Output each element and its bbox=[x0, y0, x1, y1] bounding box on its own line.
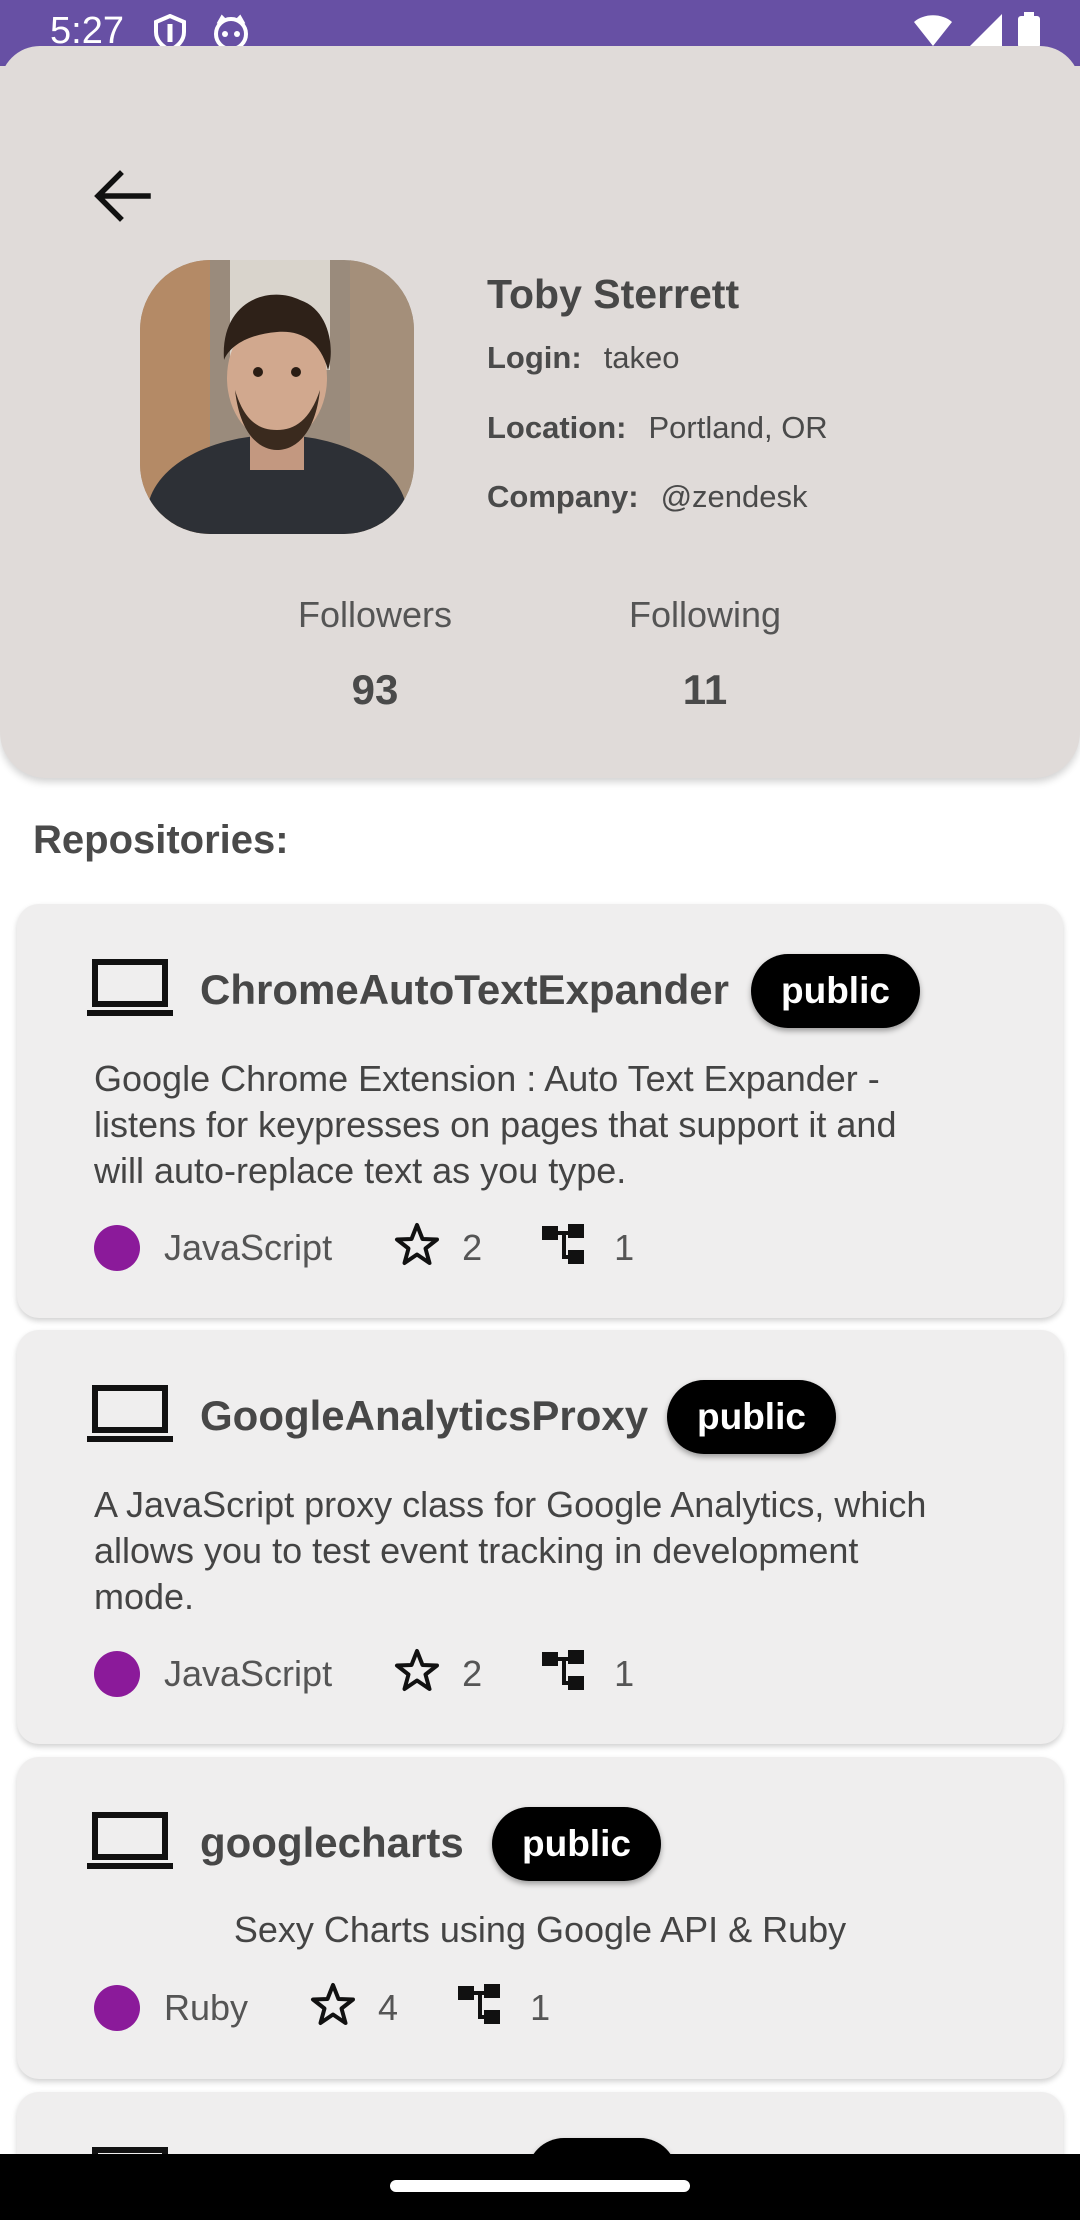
star-icon bbox=[394, 1648, 440, 1701]
back-button[interactable] bbox=[82, 156, 162, 236]
company-value: @zendesk bbox=[660, 479, 808, 514]
following-count: 11 bbox=[682, 666, 728, 713]
repo-language: JavaScript bbox=[164, 1653, 333, 1694]
following-stat[interactable]: Following 11 bbox=[575, 594, 835, 714]
repo-name: googlecharts bbox=[200, 1819, 464, 1866]
location-label: Location: bbox=[487, 410, 627, 445]
login-row: Login: takeo bbox=[487, 340, 680, 376]
repo-forks: 1 bbox=[614, 1227, 635, 1268]
company-row: Company: @zendesk bbox=[487, 479, 808, 515]
profile-name: Toby Sterrett bbox=[487, 271, 740, 317]
repo-meta: JavaScript 2 1 bbox=[94, 1648, 635, 1701]
followers-stat[interactable]: Followers 93 bbox=[245, 594, 505, 714]
repo-stars: 4 bbox=[378, 1987, 399, 2028]
followers-count: 93 bbox=[351, 666, 399, 713]
visibility-badge: public bbox=[751, 954, 920, 1028]
laptop-icon bbox=[87, 958, 173, 1023]
repo-forks: 1 bbox=[614, 1653, 635, 1694]
laptop-icon bbox=[87, 1811, 173, 1876]
language-dot bbox=[94, 1985, 140, 2031]
repo-language: Ruby bbox=[164, 1987, 249, 2028]
location-value: Portland, OR bbox=[648, 410, 828, 445]
repo-description: Google Chrome Extension : Auto Text Expa… bbox=[94, 1058, 897, 1191]
profile-header: Toby Sterrett Login: takeo Location: Portl… bbox=[0, 46, 1080, 778]
repo-forks: 1 bbox=[530, 1987, 551, 2028]
repo-language: JavaScript bbox=[164, 1227, 333, 1268]
repo-card[interactable]: ChromeAutoTextExpander public Google Chr… bbox=[17, 904, 1063, 1318]
repo-description: Sexy Charts using Google API & Ruby bbox=[233, 1909, 847, 1950]
repositories-heading: Repositories: bbox=[33, 818, 289, 862]
repo-card[interactable]: googlecharts public Sexy Charts using Go… bbox=[17, 1757, 1063, 2079]
location-row: Location: Portland, OR bbox=[487, 410, 828, 446]
repo-name: GoogleAnalyticsProxy bbox=[200, 1392, 649, 1439]
star-icon bbox=[394, 1222, 440, 1275]
home-gesture-handle[interactable] bbox=[390, 2180, 690, 2192]
language-dot bbox=[94, 1651, 140, 1697]
repo-meta: JavaScript 2 1 bbox=[94, 1222, 635, 1275]
login-label: Login: bbox=[487, 340, 582, 375]
fork-icon bbox=[540, 1648, 588, 1701]
language-dot bbox=[94, 1225, 140, 1271]
laptop-icon bbox=[87, 1384, 173, 1449]
repo-card[interactable]: GoogleAnalyticsProxy public A JavaScript… bbox=[17, 1330, 1063, 1744]
company-label: Company: bbox=[487, 479, 639, 514]
repo-name: ChromeAutoTextExpander bbox=[200, 966, 729, 1013]
avatar bbox=[140, 260, 414, 534]
star-icon bbox=[310, 1982, 356, 2035]
navigation-bar bbox=[0, 2154, 1080, 2220]
repo-description: A JavaScript proxy class for Google Anal… bbox=[94, 1484, 927, 1617]
repo-stars: 2 bbox=[462, 1227, 483, 1268]
visibility-badge: public bbox=[667, 1380, 836, 1454]
followers-label: Followers bbox=[297, 594, 453, 635]
fork-icon bbox=[540, 1222, 588, 1275]
fork-icon bbox=[456, 1982, 504, 2035]
arrow-back-icon bbox=[94, 170, 151, 222]
login-value: takeo bbox=[603, 340, 680, 375]
repo-meta: Ruby 4 1 bbox=[94, 1982, 551, 2035]
repo-stars: 2 bbox=[462, 1653, 483, 1694]
visibility-badge: public bbox=[492, 1807, 661, 1881]
following-label: Following bbox=[628, 594, 782, 635]
